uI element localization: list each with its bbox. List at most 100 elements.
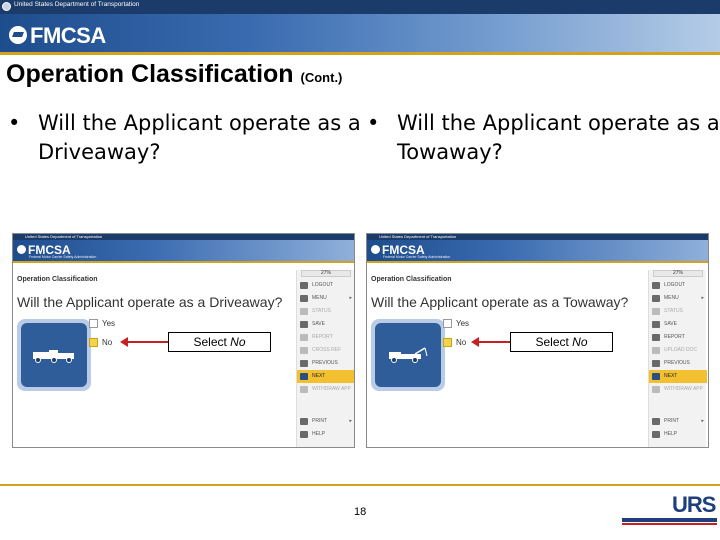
select-no-callout-towaway: Select No xyxy=(510,332,613,352)
menu-status[interactable]: STATUS xyxy=(649,305,707,318)
menu-icon xyxy=(300,295,308,302)
menu-help[interactable]: HELP xyxy=(649,428,707,441)
menu-menu[interactable]: MENU ▸ xyxy=(649,292,707,305)
bullet-text: Will the Applicant operate as a Driveawa… xyxy=(38,111,361,164)
menu-logout[interactable]: LOGOUT xyxy=(649,279,707,292)
menu-label: SAVE xyxy=(312,321,325,327)
arrow-line-left xyxy=(127,341,171,343)
slide-title-suffix: (Cont.) xyxy=(300,70,343,85)
menu-label: PRINT xyxy=(664,418,679,424)
menu-logout[interactable]: LOGOUT xyxy=(297,279,354,292)
menu-report[interactable]: REPORT xyxy=(649,331,707,344)
cross-ref-icon xyxy=(300,347,308,354)
screen-brand-sub: Federal Motor Carrier Safety Administrat… xyxy=(29,255,97,259)
menu-print[interactable]: PRINT ▸ xyxy=(649,415,707,428)
slide-title: Operation Classification (Cont.) xyxy=(6,60,342,89)
menu-label: STATUS xyxy=(664,308,683,314)
menu-previous[interactable]: PREVIOUS xyxy=(297,357,354,370)
menu-next[interactable]: NEXT xyxy=(649,370,707,383)
menu-label: STATUS xyxy=(312,308,331,314)
save-icon xyxy=(652,321,660,328)
save-icon xyxy=(300,321,308,328)
yes-label: Yes xyxy=(456,319,470,328)
menu-label: REPORT xyxy=(664,334,685,340)
menu-print[interactable]: PRINT ▸ xyxy=(297,415,354,428)
yes-checkbox[interactable] xyxy=(89,319,98,328)
urs-logo-accent xyxy=(622,523,717,525)
menu-label: SAVE xyxy=(664,321,677,327)
screen-heading: Operation Classification xyxy=(371,276,452,283)
menu-report[interactable]: REPORT xyxy=(297,331,354,344)
menu-upload-doc[interactable]: UPLOAD DOC xyxy=(649,344,707,357)
screen-question: Will the Applicant operate as a Driveawa… xyxy=(17,294,283,310)
agency-banner: FMCSA xyxy=(0,14,720,52)
screen-banner: FMCSA Federal Motor Carrier Safety Admin… xyxy=(367,240,708,261)
menu-label: PREVIOUS xyxy=(312,360,338,366)
driveaway-tile xyxy=(17,319,91,391)
screen-banner: FMCSA Federal Motor Carrier Safety Admin… xyxy=(13,240,354,261)
print-icon xyxy=(652,418,660,425)
menu-next[interactable]: NEXT xyxy=(297,370,354,383)
menu-status[interactable]: STATUS xyxy=(297,305,354,318)
next-icon xyxy=(652,373,660,380)
menu-withdraw[interactable]: WITHDRAW APP xyxy=(297,383,354,396)
help-icon xyxy=(652,431,660,438)
yes-checkbox[interactable] xyxy=(443,319,452,328)
withdraw-icon xyxy=(652,386,660,393)
department-text: United States Department of Transportati… xyxy=(14,1,140,8)
menu-cross-ref[interactable]: CROSS REF xyxy=(297,344,354,357)
urs-logo-bar xyxy=(622,518,717,522)
arrow-line-right xyxy=(478,341,512,343)
tile-inner xyxy=(375,323,441,387)
no-checkbox-selected[interactable] xyxy=(443,338,452,347)
chevron-right-icon: ▸ xyxy=(349,418,352,424)
bullet-text: Will the Applicant operate as a Towaway? xyxy=(397,111,720,164)
callout-prefix: Select xyxy=(193,335,231,349)
menu-label: CROSS REF xyxy=(312,347,342,353)
top-government-bar: United States Department of Transportati… xyxy=(0,0,720,14)
menu-label: NEXT xyxy=(312,373,326,379)
fmcsa-logo-icon xyxy=(371,245,380,254)
side-menu: 27% LOGOUT MENU ▸ STATUS SAVE REPORT UPLO… xyxy=(648,270,707,447)
withdraw-icon xyxy=(300,386,308,393)
upload-icon xyxy=(652,347,660,354)
menu-label: PRINT xyxy=(312,418,327,424)
menu-help[interactable]: HELP xyxy=(297,428,354,441)
no-checkbox-selected[interactable] xyxy=(89,338,98,347)
menu-label: HELP xyxy=(664,431,678,437)
menu-label: MENU xyxy=(312,295,327,301)
help-icon xyxy=(300,431,308,438)
status-icon xyxy=(300,308,308,315)
chevron-right-icon: ▸ xyxy=(701,418,704,424)
print-icon xyxy=(300,418,308,425)
logout-icon xyxy=(300,282,308,289)
menu-label: PREVIOUS xyxy=(664,360,690,366)
next-icon xyxy=(300,373,308,380)
menu-label: UPLOAD DOC xyxy=(664,347,698,353)
chevron-right-icon: ▸ xyxy=(349,295,352,301)
bullet-marker: • xyxy=(8,111,21,135)
screen-dept-text: United States Department of Transportati… xyxy=(379,234,457,239)
select-no-callout-driveaway: Select No xyxy=(168,332,271,352)
towaway-tile xyxy=(371,319,445,391)
menu-label: MENU xyxy=(664,295,679,301)
fmcsa-logo-icon xyxy=(17,245,26,254)
menu-previous[interactable]: PREVIOUS xyxy=(649,357,707,370)
footer-divider xyxy=(0,484,720,486)
agency-brand: FMCSA xyxy=(30,23,106,48)
menu-withdraw[interactable]: WITHDRAW APP xyxy=(649,383,707,396)
no-label: No xyxy=(456,338,467,347)
report-icon xyxy=(300,334,308,341)
screen-dept-text: United States Department of Transportati… xyxy=(25,234,103,239)
menu-save[interactable]: SAVE xyxy=(297,318,354,331)
progress-indicator: 27% xyxy=(653,270,703,277)
no-label: No xyxy=(102,338,113,347)
menu-menu[interactable]: MENU ▸ xyxy=(297,292,354,305)
menu-icon xyxy=(652,295,660,302)
menu-save[interactable]: SAVE xyxy=(649,318,707,331)
bullet-marker: • xyxy=(367,111,380,135)
screen-question: Will the Applicant operate as a Towaway? xyxy=(371,294,629,310)
screen-divider xyxy=(13,261,354,263)
slide-title-text: Operation Classification xyxy=(6,60,294,88)
tow-truck-icon xyxy=(389,347,428,363)
